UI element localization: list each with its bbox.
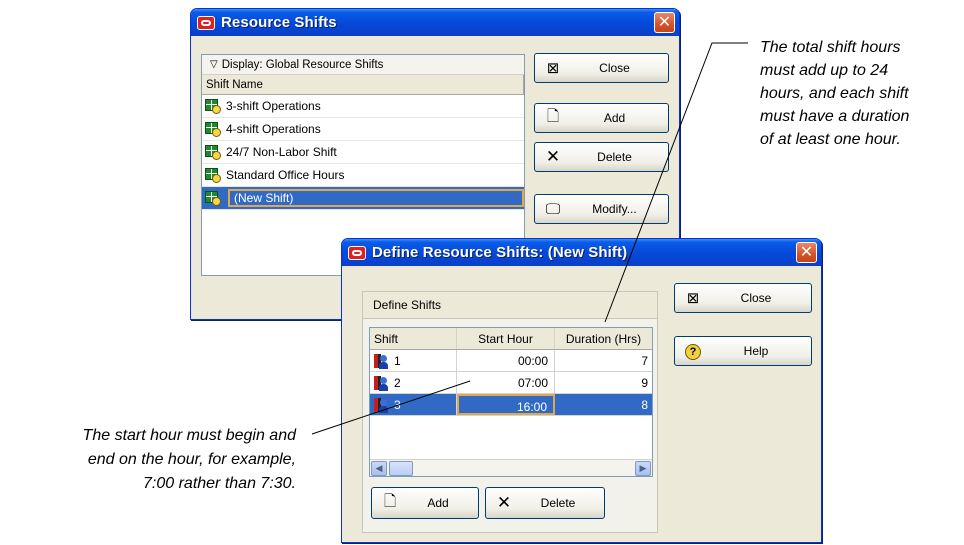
shift-calendar-icon xyxy=(205,98,221,114)
shift-number: 2 xyxy=(394,375,401,390)
table-row[interactable]: 2 07:00 9 xyxy=(370,372,652,394)
list-item[interactable]: 24/7 Non-Labor Shift xyxy=(202,141,524,164)
duration-cell[interactable]: 8 xyxy=(555,394,652,415)
add-button[interactable]: 🗋 Add xyxy=(534,103,669,133)
annotation-start-hour-rule: The start hour must begin and end on the… xyxy=(82,427,296,492)
column-header-start-hour[interactable]: Start Hour xyxy=(457,328,555,349)
delete-button[interactable]: ✕ Delete xyxy=(534,142,669,172)
table-header-row: Shift Start Hour Duration (Hrs) xyxy=(370,328,652,350)
scroll-right-icon[interactable]: ▶ xyxy=(635,461,651,476)
delete-x-icon: ✕ xyxy=(496,493,512,512)
define-close-button[interactable]: ⊠ Close xyxy=(674,283,812,313)
oracle-logo-icon xyxy=(348,245,366,260)
column-header-duration[interactable]: Duration (Hrs) xyxy=(555,328,652,349)
resource-shifts-titlebar[interactable]: Resource Shifts ✕ xyxy=(191,9,679,36)
annotation-total-shift-hours: The total shift hours must add up to 24 … xyxy=(760,39,910,148)
help-button[interactable]: ? Help xyxy=(674,336,812,366)
duration-cell[interactable]: 9 xyxy=(555,372,652,393)
horizontal-scrollbar[interactable]: ◀ ▶ xyxy=(370,459,652,476)
chevron-down-icon: ▽ xyxy=(210,59,218,70)
list-item-selected[interactable]: (New Shift) xyxy=(202,187,524,210)
window-close-icon[interactable]: ✕ xyxy=(796,242,817,263)
modify-button[interactable]: 🖵 Modify... xyxy=(534,194,669,224)
group-label: Define Shifts xyxy=(373,298,442,312)
delete-shift-button[interactable]: ✕ Delete xyxy=(485,487,605,519)
resource-shift-icon xyxy=(374,353,388,369)
scrollbar-thumb[interactable] xyxy=(389,461,413,476)
close-window-icon: ⊠ xyxy=(686,290,700,307)
duration-cell[interactable]: 7 xyxy=(555,350,652,371)
window-title: Resource Shifts xyxy=(221,14,337,31)
shift-name-editing[interactable]: (New Shift) xyxy=(228,189,524,207)
table-row-selected[interactable]: 3 16:00 8 xyxy=(370,394,652,416)
window-close-icon[interactable]: ✕ xyxy=(654,12,675,33)
shift-calendar-icon xyxy=(205,190,221,206)
resource-shift-icon xyxy=(374,397,388,413)
resource-shift-icon xyxy=(374,375,388,391)
shift-name-column-header[interactable]: Shift Name xyxy=(202,75,524,95)
new-document-icon: 🗋 xyxy=(546,107,560,125)
shift-calendar-icon xyxy=(205,121,221,137)
add-shift-button[interactable]: 🗋 Add xyxy=(371,487,479,519)
shift-calendar-icon xyxy=(205,167,221,183)
help-icon: ? xyxy=(685,344,701,360)
define-shifts-group: Define Shifts Shift Start Hour Duration … xyxy=(362,291,658,533)
shift-name: Standard Office Hours xyxy=(226,168,345,182)
display-label: Display: Global Resource Shifts xyxy=(221,58,384,71)
define-shifts-titlebar[interactable]: Define Resource Shifts: (New Shift) ✕ xyxy=(342,239,821,266)
list-item[interactable]: 4-shift Operations xyxy=(202,118,524,141)
shift-name: 3-shift Operations xyxy=(226,99,321,113)
list-item[interactable]: 3-shift Operations xyxy=(202,95,524,118)
define-shifts-window: Define Resource Shifts: (New Shift) ✕ De… xyxy=(341,238,822,543)
shift-name: 4-shift Operations xyxy=(226,122,321,136)
modify-icon: 🖵 xyxy=(545,200,561,218)
close-window-icon: ⊠ xyxy=(546,60,560,77)
start-hour-cell-editing[interactable]: 16:00 xyxy=(457,394,555,415)
table-row[interactable]: 1 00:00 7 xyxy=(370,350,652,372)
shift-name: 24/7 Non-Labor Shift xyxy=(226,145,337,159)
list-item[interactable]: Standard Office Hours xyxy=(202,164,524,187)
start-hour-cell[interactable]: 07:00 xyxy=(457,372,555,393)
column-header-label: Shift Name xyxy=(202,75,524,94)
close-button[interactable]: ⊠ Close xyxy=(534,53,669,83)
scroll-left-icon[interactable]: ◀ xyxy=(371,461,387,476)
shift-number: 3 xyxy=(394,397,401,412)
new-document-icon: 🗋 xyxy=(383,492,397,510)
shift-number: 1 xyxy=(394,353,401,368)
column-header-shift[interactable]: Shift xyxy=(370,328,457,349)
window-title: Define Resource Shifts: (New Shift) xyxy=(372,244,628,261)
shifts-table: Shift Start Hour Duration (Hrs) 1 00:00 … xyxy=(369,327,653,477)
define-shifts-header: Define Shifts xyxy=(363,292,657,319)
start-hour-cell[interactable]: 00:00 xyxy=(457,350,555,371)
shift-calendar-icon xyxy=(205,144,221,160)
delete-x-icon: ✕ xyxy=(545,147,561,166)
display-filter[interactable]: ▽ Display: Global Resource Shifts xyxy=(202,55,524,75)
oracle-logo-icon xyxy=(197,15,215,30)
